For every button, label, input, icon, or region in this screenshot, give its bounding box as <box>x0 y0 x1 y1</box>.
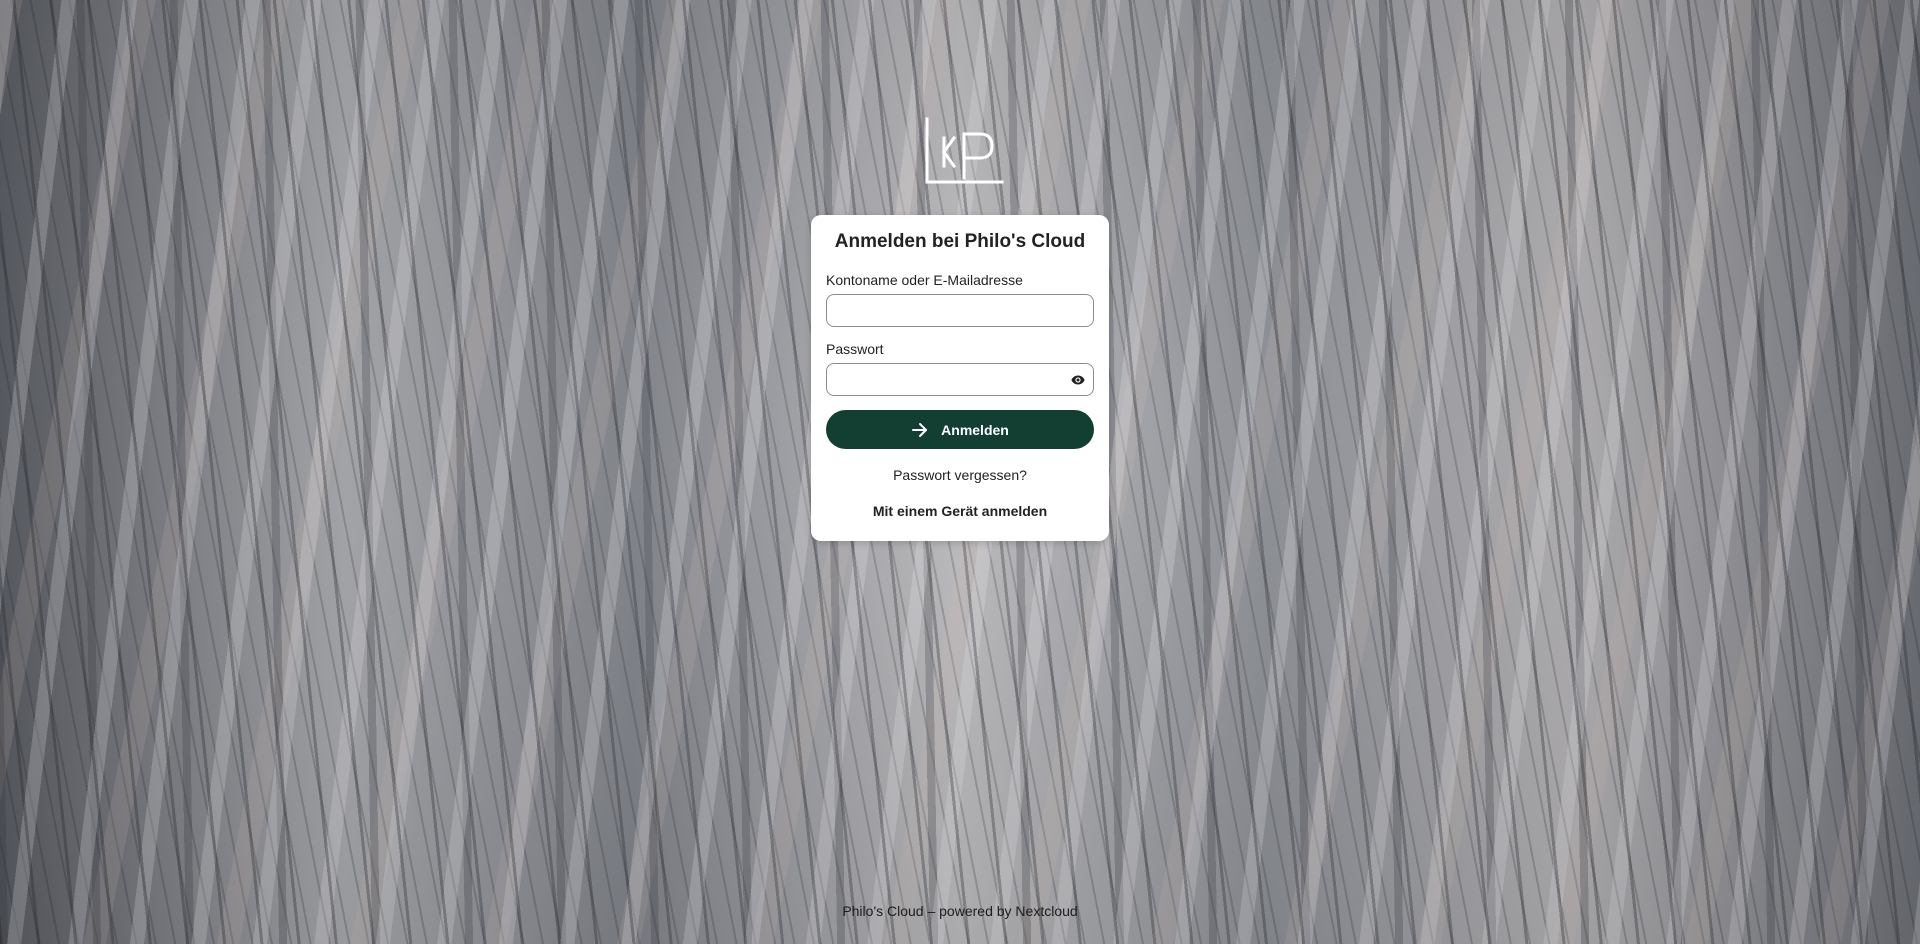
password-field-wrapper <box>826 363 1094 396</box>
username-input[interactable] <box>826 294 1094 327</box>
password-input[interactable] <box>826 363 1094 396</box>
arrow-right-icon <box>911 421 929 439</box>
password-label: Passwort <box>826 341 884 357</box>
login-submit-label: Anmelden <box>941 421 1009 438</box>
device-login-link[interactable]: Mit einem Gerät anmelden <box>826 503 1094 519</box>
footer-text: Philo's Cloud – powered by Nextcloud <box>842 903 1078 919</box>
login-card: Anmelden bei Philo's Cloud Kontoname ode… <box>811 215 1109 541</box>
eye-icon[interactable] <box>1068 370 1088 390</box>
login-title: Anmelden bei Philo's Cloud <box>834 231 1086 252</box>
username-field-wrapper <box>826 294 1094 327</box>
login-submit-button[interactable]: Anmelden <box>826 410 1094 449</box>
username-label: Kontoname oder E-Mailadresse <box>826 272 1023 288</box>
forgot-password-link[interactable]: Passwort vergessen? <box>826 467 1094 483</box>
lkp-logo <box>924 116 1004 188</box>
